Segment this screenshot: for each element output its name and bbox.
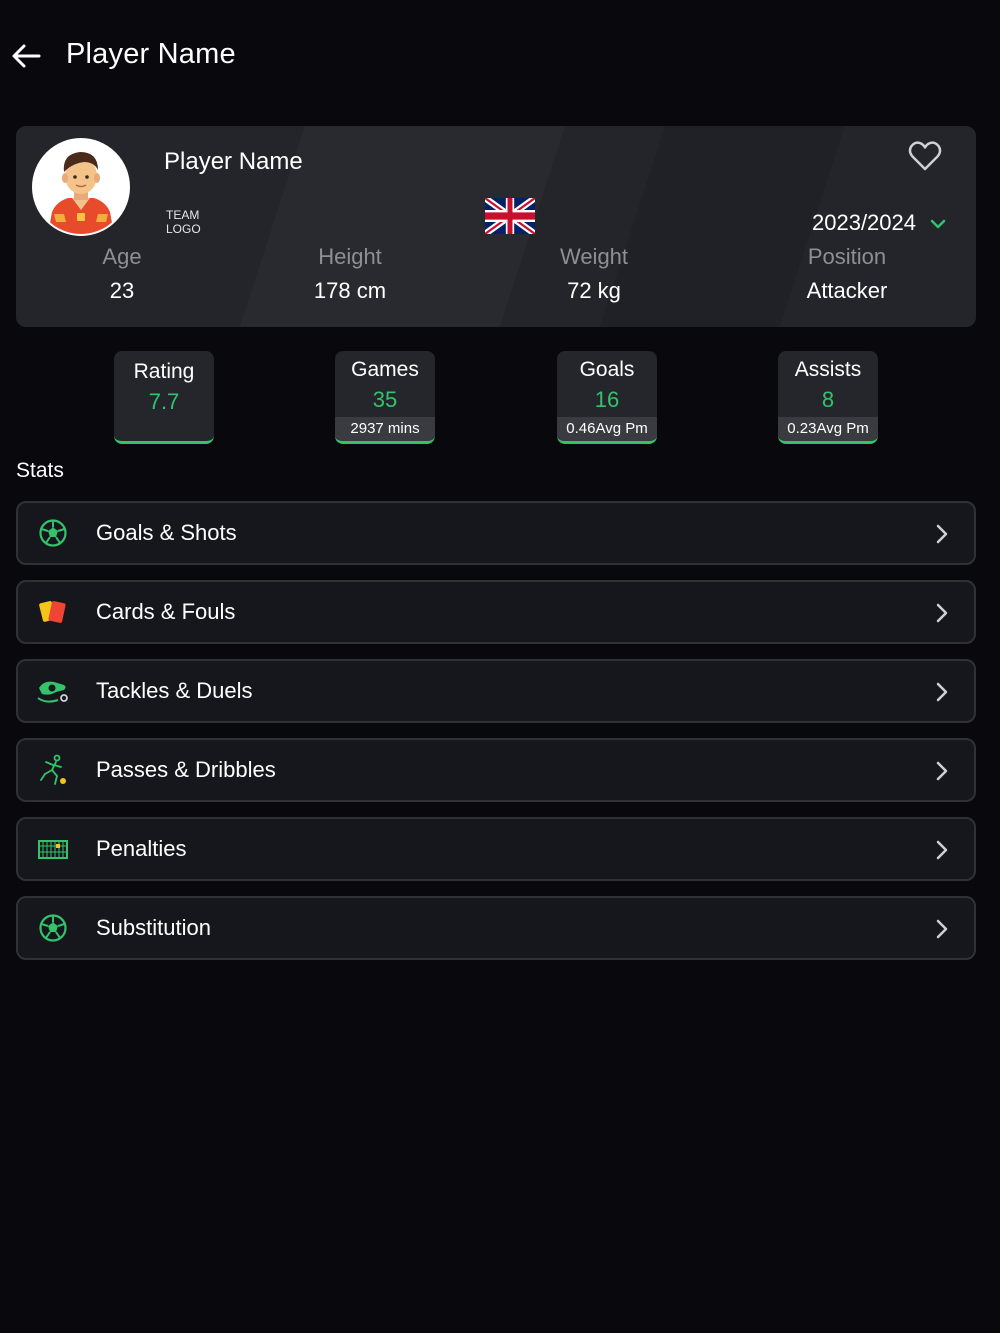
- info-position: Position Attacker: [747, 244, 947, 304]
- team-logo-text: LOGO: [166, 222, 201, 236]
- chevron-right-icon: [936, 919, 948, 939]
- stats-row-tackles-duels[interactable]: Tackles & Duels: [16, 659, 976, 723]
- top-bar: Player Name: [0, 0, 1000, 112]
- season-value: 2023/2024: [812, 210, 916, 235]
- soccer-ball-icon: [36, 517, 70, 549]
- stat-label: Goals: [579, 358, 635, 381]
- page-title: Player Name: [66, 38, 236, 70]
- favorite-button[interactable]: [908, 140, 942, 172]
- chevron-right-icon: [936, 603, 948, 623]
- info-label: Weight: [559, 244, 629, 269]
- chevron-right-icon: [936, 840, 948, 860]
- stats-row-goals-shots[interactable]: Goals & Shots: [16, 501, 976, 565]
- row-label: Goals & Shots: [96, 520, 237, 545]
- player-card: Player Name TEAM LOGO 2023/2024 Age 23 H…: [16, 126, 976, 327]
- row-label: Substitution: [96, 915, 211, 940]
- stats-heading: Stats: [16, 459, 64, 482]
- avatar: [32, 138, 130, 236]
- stat-assists: Assists 8 0.23Avg Pm: [778, 351, 878, 444]
- team-logo-text: TEAM: [166, 208, 200, 222]
- row-label: Cards & Fouls: [96, 599, 236, 624]
- info-value: 178 cm: [313, 278, 387, 303]
- info-weight: Weight 72 kg: [494, 244, 694, 304]
- row-label: Passes & Dribbles: [96, 757, 276, 782]
- info-label: Height: [318, 244, 382, 269]
- chevron-right-icon: [936, 524, 948, 544]
- dribble-icon: [36, 754, 70, 786]
- chevron-right-icon: [936, 761, 948, 781]
- stat-goals: Goals 16 0.46Avg Pm: [557, 351, 657, 444]
- info-label: Age: [102, 244, 142, 269]
- stat-sub: 2937 mins: [335, 417, 435, 441]
- team-logo: TEAM LOGO: [166, 208, 201, 236]
- stat-value: 7.7: [148, 389, 180, 414]
- info-value: Attacker: [806, 278, 888, 303]
- tackle-icon: [36, 675, 70, 707]
- info-value: 23: [109, 278, 135, 303]
- stat-value: 16: [594, 387, 620, 412]
- cards-icon: [36, 596, 70, 628]
- stat-value: 8: [821, 387, 835, 412]
- player-name: Player Name: [164, 148, 303, 175]
- stats-row-substitution[interactable]: Substitution: [16, 896, 976, 960]
- soccer-ball-icon: [36, 912, 70, 944]
- chevron-right-icon: [936, 682, 948, 702]
- goal-net-icon: [36, 833, 70, 865]
- stat-sub: 0.46Avg Pm: [557, 417, 657, 441]
- heart-icon: [908, 141, 942, 171]
- stat-label: Games: [351, 358, 419, 381]
- row-label: Tackles & Duels: [96, 678, 253, 703]
- info-label: Position: [807, 244, 887, 269]
- stat-games: Games 35 2937 mins: [335, 351, 435, 444]
- info-value: 72 kg: [567, 278, 621, 303]
- stat-label: Assists: [794, 358, 862, 381]
- player-avatar-icon: [34, 140, 128, 234]
- info-height: Height 178 cm: [250, 244, 450, 304]
- info-age: Age 23: [22, 244, 222, 304]
- stat-rating: Rating 7.7: [114, 351, 214, 444]
- stat-value: 35: [372, 387, 398, 412]
- chevron-down-icon: [930, 219, 946, 229]
- stats-row-passes-dribbles[interactable]: Passes & Dribbles: [16, 738, 976, 802]
- stat-sub: 0.23Avg Pm: [778, 417, 878, 441]
- arrow-left-icon: [12, 44, 41, 68]
- season-selector[interactable]: 2023/2024: [812, 210, 946, 236]
- row-label: Penalties: [96, 836, 187, 861]
- uk-flag-icon: [485, 198, 535, 234]
- stats-row-penalties[interactable]: Penalties: [16, 817, 976, 881]
- stat-label: Rating: [133, 360, 195, 383]
- stats-row-cards-fouls[interactable]: Cards & Fouls: [16, 580, 976, 644]
- back-button[interactable]: [8, 38, 44, 74]
